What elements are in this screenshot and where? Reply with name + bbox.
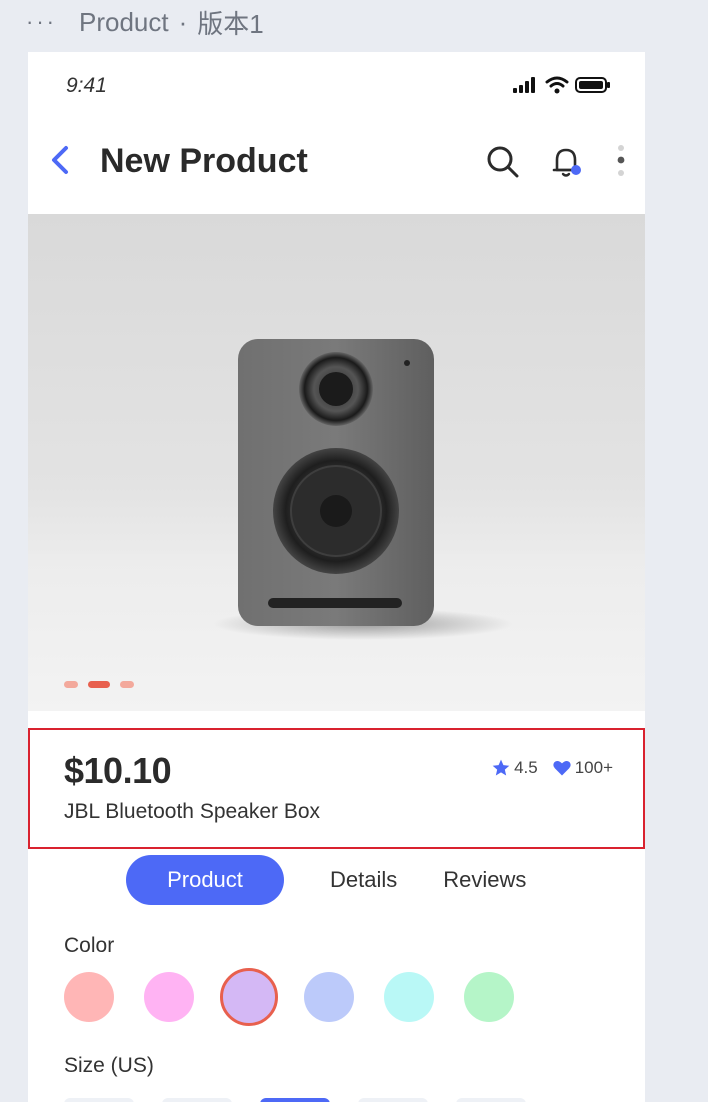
color-swatch-4[interactable] [304, 972, 354, 1022]
more-menu-button[interactable] [611, 140, 631, 184]
more-vertical-icon [617, 145, 625, 176]
size-options [64, 1098, 526, 1102]
signal-icon [513, 77, 535, 93]
tab-reviews[interactable]: Reviews [443, 855, 526, 905]
product-meta: 4.5 100+ [491, 758, 613, 778]
carousel-dot-1[interactable] [64, 681, 78, 688]
tab-product[interactable]: Product [126, 855, 284, 905]
rating-value: 4.5 [514, 758, 538, 777]
heart-icon [553, 760, 571, 776]
carousel-dots [64, 681, 134, 688]
separator: · [178, 6, 188, 37]
search-icon [487, 146, 519, 178]
nav-actions [461, 140, 631, 184]
product-info: $10.10 JBL Bluetooth Speaker Box 4.5 100… [28, 728, 645, 849]
size-option-2[interactable] [162, 1098, 232, 1102]
color-swatch-2[interactable] [144, 972, 194, 1022]
size-section-label: Size (US) [64, 1054, 154, 1077]
tab-details[interactable]: Details [330, 855, 397, 905]
likes-count: 100+ [574, 758, 613, 777]
color-swatch-3[interactable] [220, 968, 278, 1026]
version-label[interactable]: 版本1 [197, 4, 263, 41]
color-section-label: Color [64, 934, 115, 957]
color-swatch-1[interactable] [64, 972, 114, 1022]
carousel-dot-2[interactable] [88, 681, 110, 688]
size-option-1[interactable] [64, 1098, 134, 1102]
notifications-button[interactable] [545, 140, 589, 184]
product-tabs: Product Details Reviews [126, 854, 526, 906]
status-time: 9:41 [66, 74, 107, 97]
carousel-dot-3[interactable] [120, 681, 134, 688]
color-swatches [64, 968, 514, 1026]
likes[interactable]: 100+ [552, 758, 613, 778]
more-options-icon[interactable]: ··· [26, 9, 57, 35]
size-option-4[interactable] [358, 1098, 428, 1102]
product-price: $10.10 [64, 750, 172, 791]
chevron-left-icon [52, 146, 68, 174]
product-name: JBL Bluetooth Speaker Box [64, 800, 321, 823]
nav-bar: New Product [28, 122, 645, 214]
star-icon [492, 759, 510, 776]
size-option-5[interactable] [456, 1098, 526, 1102]
back-button[interactable] [46, 140, 76, 180]
editor-toolbar: ··· Product · 版本1 [0, 0, 708, 44]
page-name[interactable]: Product [79, 7, 169, 38]
status-bar: 9:41 [28, 52, 645, 122]
search-button[interactable] [481, 140, 525, 184]
wifi-icon [545, 76, 569, 94]
color-swatch-6[interactable] [464, 972, 514, 1022]
color-swatch-5[interactable] [384, 972, 434, 1022]
battery-icon [575, 77, 610, 93]
speaker-illustration [213, 339, 513, 640]
product-image-carousel[interactable] [28, 214, 645, 711]
phone-screen: 9:41 New Product $10.10 JBL Bluetooth Sp… [28, 52, 645, 1102]
bell-icon [552, 148, 581, 177]
status-icons [513, 76, 611, 94]
page-title: New Product [100, 142, 308, 180]
size-option-3[interactable] [260, 1098, 330, 1102]
rating: 4.5 [491, 758, 538, 778]
